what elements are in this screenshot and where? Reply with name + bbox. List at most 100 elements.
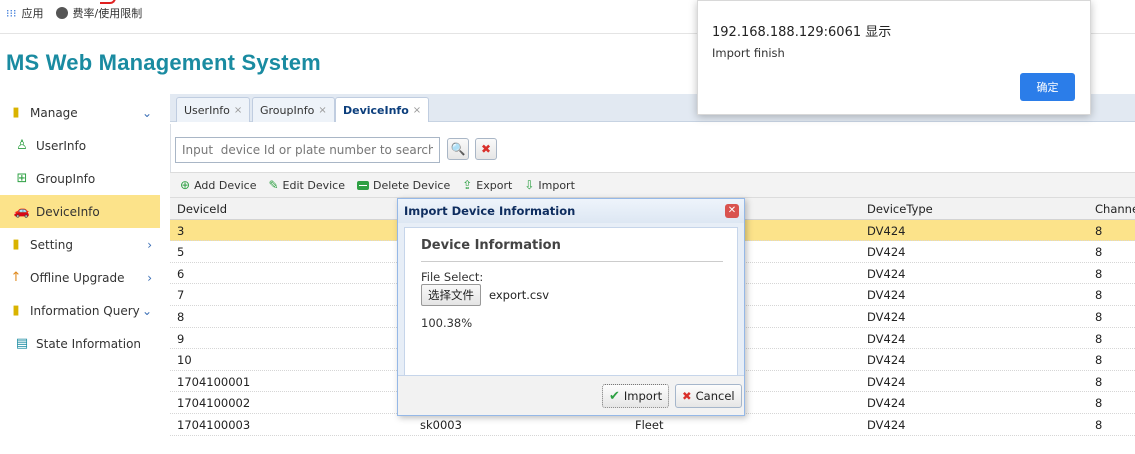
sidebar-item-label: GroupInfo <box>36 171 96 186</box>
chevron-down-icon: ⌄ <box>141 303 152 318</box>
sidebar: ▮ Manage ⌄ ♙ UserInfo ⊞ GroupInfo 🚗 Devi… <box>0 96 160 454</box>
close-icon[interactable]: ✕ <box>725 204 739 218</box>
tab-label: GroupInfo <box>260 103 315 117</box>
table-cell: DV424 <box>867 288 906 303</box>
bookmark-rates-label: 费率/使用限制 <box>72 7 143 20</box>
import-label: Import <box>538 178 575 192</box>
tab-userinfo[interactable]: UserInfo × <box>176 97 251 122</box>
cancel-button[interactable]: ✖ Cancel <box>675 384 742 408</box>
dialog-header: Import Device Information ✕ <box>398 199 744 223</box>
clear-icon: ✖ <box>480 142 492 156</box>
delete-device-label: Delete Device <box>372 178 451 192</box>
import-submit-button[interactable]: ✔ Import <box>602 384 670 408</box>
sidebar-item-state-information[interactable]: ▤ State Information <box>0 327 160 360</box>
choose-file-button[interactable]: 选择文件 <box>421 284 481 306</box>
close-icon[interactable]: × <box>413 105 421 116</box>
add-device-button[interactable]: ⊕ Add Device <box>180 178 256 192</box>
toolbar: ⊕ Add Device ✎ Edit Device Delete Device… <box>170 172 1135 198</box>
user-icon: ♙ <box>16 138 28 153</box>
table-cell: 8 <box>1095 245 1103 260</box>
add-icon: ⊕ <box>180 178 191 192</box>
table-cell: 8 <box>1095 309 1103 324</box>
apps-grid-icon: ⁝⁝⁝ <box>6 6 17 20</box>
alert-title: 192.168.188.129:6061 显示 <box>712 25 892 40</box>
table-cell: 7 <box>177 288 185 303</box>
import-button[interactable]: ⇩ Import <box>524 178 575 192</box>
section-title: Device Information <box>421 238 723 262</box>
cancel-label: Cancel <box>695 389 735 403</box>
table-cell: 6 <box>177 266 185 281</box>
table-cell: 8 <box>1095 396 1103 411</box>
pencil-icon: ✎ <box>268 178 279 192</box>
table-cell: 5 <box>177 245 185 260</box>
sidebar-item-information-query[interactable]: ▮ Information Query ⌄ <box>0 294 160 327</box>
bookmark-apps-label: 应用 <box>21 7 44 20</box>
sidebar-item-setting[interactable]: ▮ Setting › <box>0 228 160 261</box>
page-title: MS Web Management System <box>6 50 321 75</box>
sidebar-item-groupinfo[interactable]: ⊞ GroupInfo <box>0 162 160 195</box>
sidebar-item-label: UserInfo <box>36 138 87 153</box>
table-row[interactable]: 1704100003 sk0003 Fleet DV424 8 <box>170 414 1135 436</box>
table-cell: 8 <box>1095 288 1103 303</box>
chevron-right-icon: › <box>147 237 152 252</box>
upgrade-icon: ↑ <box>10 270 22 285</box>
table-cell: 8 <box>1095 223 1103 238</box>
page: ⁝⁝⁝ 应用 费率/使用限制 MS Web Management System … <box>0 0 1135 454</box>
import-icon: ⇩ <box>524 178 535 192</box>
alert-ok-button[interactable]: 确定 <box>1020 73 1075 101</box>
search-input[interactable] <box>175 137 440 163</box>
alert-message: Import finish <box>712 46 785 60</box>
close-icon[interactable]: × <box>234 105 242 116</box>
search-button[interactable]: 🔍 <box>447 138 469 160</box>
column-header[interactable]: DeviceId <box>177 202 227 216</box>
search-bar: 🔍 ✖ <box>170 124 1135 172</box>
chevron-right-icon: › <box>147 270 152 285</box>
table-cell: DV424 <box>867 266 906 281</box>
chevron-down-icon: ⌄ <box>141 105 152 120</box>
table-cell: sk0003 <box>420 417 462 432</box>
tab-label: DeviceInfo <box>343 103 409 117</box>
sidebar-item-label: State Information <box>36 336 142 351</box>
table-cell: DV424 <box>867 245 906 260</box>
sidebar-item-userinfo[interactable]: ♙ UserInfo <box>0 129 160 162</box>
table-cell: 9 <box>177 331 185 346</box>
bookmark-rates[interactable]: 费率/使用限制 <box>55 5 143 21</box>
delete-icon <box>356 180 369 190</box>
cancel-icon: ✖ <box>682 389 692 403</box>
dialog-body: Device Information File Select: 选择文件 exp… <box>404 227 738 377</box>
table-cell: 10 <box>177 353 192 368</box>
file-name: export.csv <box>489 288 550 302</box>
close-icon[interactable]: × <box>318 105 326 116</box>
bookmark-bar: ⁝⁝⁝ 应用 费率/使用限制 <box>0 0 700 26</box>
column-header[interactable]: DeviceType <box>867 202 933 216</box>
export-button[interactable]: ⇪ Export <box>462 178 512 192</box>
query-icon: ▮ <box>12 303 20 318</box>
progress-text: 100.38% <box>421 316 473 330</box>
table-cell: DV424 <box>867 417 906 432</box>
checkmark-icon: ✔ <box>609 388 620 404</box>
car-icon: 🚗 <box>13 204 31 219</box>
column-header[interactable]: Channe <box>1095 202 1135 216</box>
edit-device-button[interactable]: ✎ Edit Device <box>268 178 344 192</box>
sidebar-item-deviceinfo[interactable]: 🚗 DeviceInfo <box>0 195 160 228</box>
delete-device-button[interactable]: Delete Device <box>356 178 451 192</box>
sidebar-item-label: Offline Upgrade <box>30 270 125 285</box>
table-cell: DV424 <box>867 223 906 238</box>
dialog-title: Import Device Information <box>404 204 576 218</box>
edit-device-label: Edit Device <box>282 178 345 192</box>
clear-search-button[interactable]: ✖ <box>475 138 497 160</box>
tab-groupinfo[interactable]: GroupInfo × <box>252 97 335 122</box>
table-cell: 8 <box>177 309 185 324</box>
sidebar-item-manage[interactable]: ▮ Manage ⌄ <box>0 96 160 129</box>
sidebar-item-offline-upgrade[interactable]: ↑ Offline Upgrade › <box>0 261 160 294</box>
tab-label: UserInfo <box>184 103 230 117</box>
table-cell: 8 <box>1095 266 1103 281</box>
table-cell: 3 <box>177 223 185 238</box>
import-submit-label: Import <box>623 389 663 403</box>
tab-deviceinfo[interactable]: DeviceInfo × <box>335 97 430 122</box>
bookmark-apps[interactable]: ⁝⁝⁝ 应用 <box>6 5 44 21</box>
sidebar-item-label: Manage <box>30 105 78 120</box>
search-icon: 🔍 <box>450 142 466 156</box>
table-cell: DV424 <box>867 353 906 368</box>
export-icon: ⇪ <box>462 178 473 192</box>
